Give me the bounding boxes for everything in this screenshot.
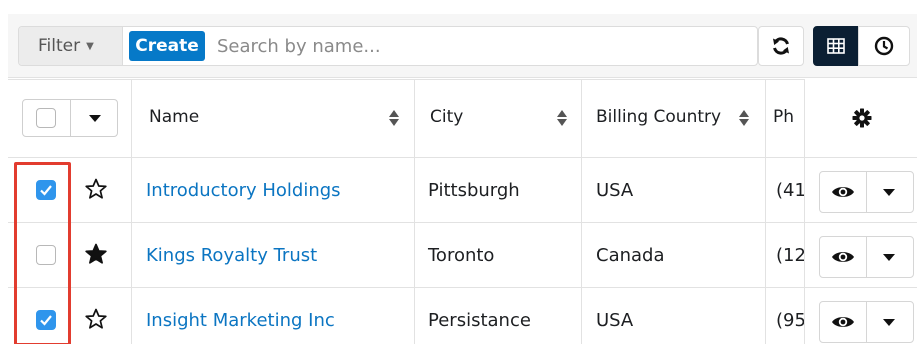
table-row: Kings Royalty Trust Toronto Canada (12: [8, 223, 917, 288]
checkmark-icon: [40, 315, 52, 326]
search-input[interactable]: [217, 31, 717, 61]
records-table: Name City Billing Country Ph Introductor…: [8, 79, 917, 344]
mass-select-divider: [70, 100, 71, 136]
row-actions-group: [819, 236, 914, 278]
refresh-icon: [773, 37, 789, 55]
row-actions-group: [819, 301, 914, 343]
column-header-billing-country[interactable]: Billing Country: [596, 107, 721, 127]
row-actions-group: [819, 171, 914, 213]
favorite-star-outline-icon[interactable]: [84, 307, 108, 331]
mass-actions-caret-icon[interactable]: [89, 115, 101, 122]
record-name-link[interactable]: Insight Marketing Inc: [146, 310, 335, 331]
mass-select-control: [22, 99, 118, 137]
sort-city-icon[interactable]: [557, 109, 567, 127]
actions-divider: [866, 172, 867, 212]
row-select-checkbox[interactable]: [36, 180, 56, 200]
create-filter-button[interactable]: Create: [129, 31, 205, 61]
refresh-button[interactable]: [758, 26, 804, 66]
list-view-button[interactable]: [813, 26, 859, 66]
filter-caret-icon: ▼: [86, 40, 94, 52]
phone-cell: (41: [776, 180, 804, 201]
row-actions-caret-icon[interactable]: [883, 254, 895, 261]
favorite-star-outline-icon[interactable]: [84, 177, 108, 201]
billing-country-cell: USA: [596, 310, 634, 331]
filter-search-box: Filter ▼ Create: [18, 26, 758, 66]
row-actions-caret-icon[interactable]: [883, 319, 895, 326]
row-actions-caret-icon[interactable]: [883, 189, 895, 196]
filter-label: Filter: [38, 36, 81, 56]
row-select-checkbox[interactable]: [36, 310, 56, 330]
filter-dropdown-button[interactable]: Filter ▼: [19, 27, 123, 65]
checkmark-icon: [40, 185, 52, 196]
activity-stream-button[interactable]: [858, 26, 910, 66]
preview-eye-icon[interactable]: [831, 249, 855, 265]
column-header-name[interactable]: Name: [149, 107, 199, 127]
top-cutoff-strip: [0, 0, 917, 10]
table-row: Insight Marketing Inc Persistance USA (9…: [8, 288, 917, 344]
actions-divider: [866, 302, 867, 342]
phone-cell: (95: [776, 310, 804, 331]
billing-country-cell: USA: [596, 180, 634, 201]
favorite-star-filled-icon[interactable]: [84, 242, 108, 266]
activity-stream-icon: [874, 36, 894, 56]
table-header: Name City Billing Country Ph: [8, 79, 917, 157]
phone-cell: (12: [776, 245, 804, 266]
sort-billing-country-icon[interactable]: [739, 109, 749, 127]
record-name-link[interactable]: Kings Royalty Trust: [146, 245, 317, 266]
preview-eye-icon[interactable]: [831, 184, 855, 200]
select-all-checkbox[interactable]: [36, 108, 56, 128]
preview-eye-icon[interactable]: [831, 314, 855, 330]
list-toolbar: Filter ▼ Create: [8, 14, 917, 78]
city-cell: Toronto: [428, 245, 495, 266]
list-view-icon: [827, 38, 845, 54]
table-row: Introductory Holdings Pittsburgh USA (41: [8, 158, 917, 223]
column-settings-gear-icon[interactable]: [852, 108, 872, 128]
city-cell: Pittsburgh: [428, 180, 520, 201]
column-header-city[interactable]: City: [430, 107, 463, 127]
sort-name-icon[interactable]: [389, 109, 399, 127]
city-cell: Persistance: [428, 310, 531, 331]
column-header-phone[interactable]: Ph: [773, 107, 801, 127]
billing-country-cell: Canada: [596, 245, 665, 266]
record-name-link[interactable]: Introductory Holdings: [146, 180, 341, 201]
actions-divider: [866, 237, 867, 277]
row-select-checkbox[interactable]: [36, 245, 56, 265]
